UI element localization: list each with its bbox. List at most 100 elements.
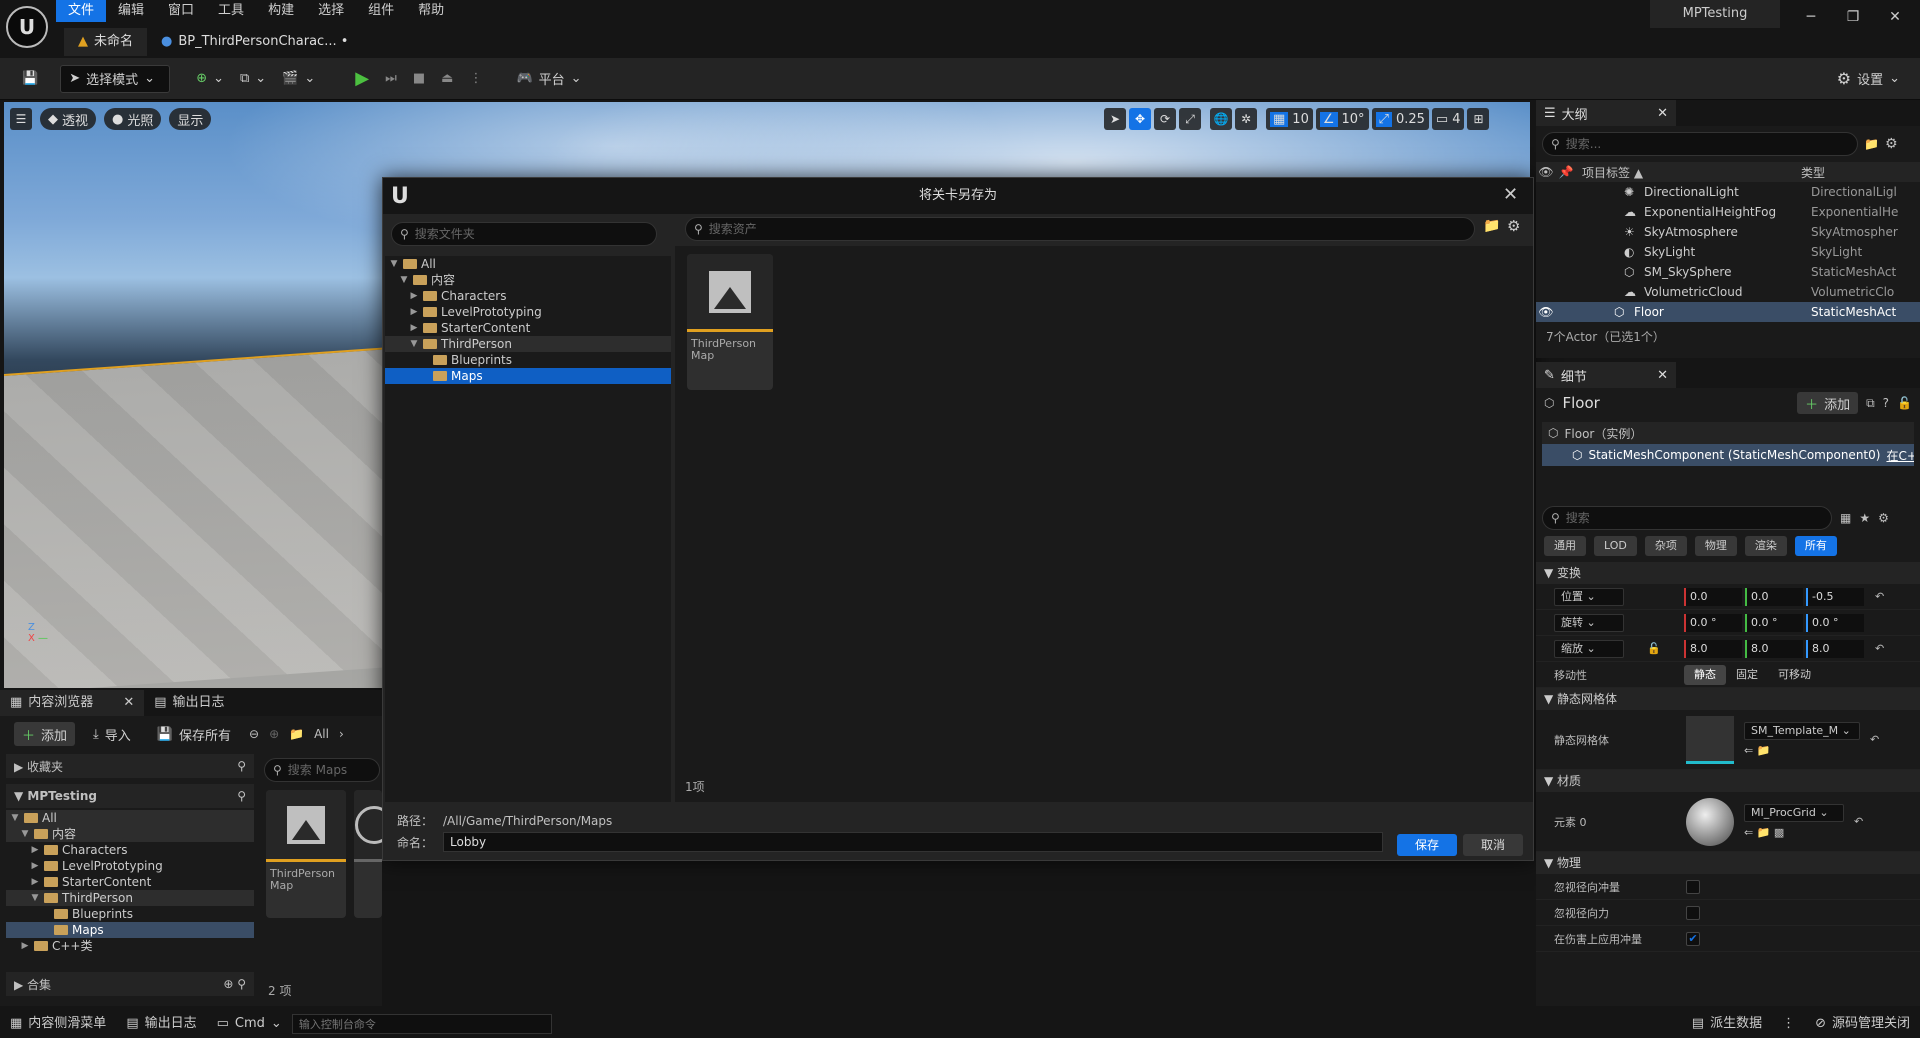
level-name-input[interactable]: [443, 832, 1383, 852]
translate-tool-icon[interactable]: ✥: [1129, 108, 1151, 130]
outliner-row[interactable]: ☁ ExponentialHeightFog ExponentialHe: [1536, 202, 1920, 222]
gear-icon[interactable]: ⚙: [1885, 136, 1898, 152]
reset-icon[interactable]: ↶: [1875, 590, 1884, 603]
location-dropdown[interactable]: 位置 ⌄: [1554, 587, 1624, 606]
texture-icon[interactable]: ▩: [1774, 826, 1784, 839]
folder-icon[interactable]: 📁: [1483, 218, 1500, 234]
location-y[interactable]: 0.0: [1745, 587, 1803, 606]
menu-select[interactable]: 选择: [306, 0, 356, 22]
forward-icon[interactable]: ⊕: [269, 727, 279, 741]
scale-tool-icon[interactable]: ⤢: [1179, 108, 1201, 130]
restore-button[interactable]: ❐: [1832, 0, 1874, 34]
cinematics-button[interactable]: 🎬 ⌄: [274, 65, 323, 93]
rotation-z[interactable]: 0.0 °: [1806, 613, 1864, 632]
gear-icon[interactable]: ⚙: [1507, 217, 1520, 235]
gear-icon[interactable]: ⚙: [1878, 511, 1889, 525]
cancel-button[interactable]: 取消: [1463, 834, 1524, 856]
filter-lod[interactable]: LOD: [1594, 536, 1637, 556]
menu-actor[interactable]: 组件: [356, 0, 406, 22]
tab-level[interactable]: ▲ 未命名: [64, 28, 148, 56]
outliner-search-input[interactable]: ⚲: [1542, 132, 1858, 156]
breadcrumb-all[interactable]: All: [314, 727, 329, 741]
search-icon[interactable]: ⚲: [237, 977, 246, 991]
settings-dropdown[interactable]: ⚙ 设置 ⌄: [1829, 65, 1908, 93]
browse-icon[interactable]: ⇐: [1744, 826, 1753, 839]
tree-item-blueprints[interactable]: Blueprints: [6, 906, 254, 922]
folder-icon[interactable]: 📁: [1757, 744, 1771, 757]
close-icon[interactable]: ✕: [1657, 368, 1668, 383]
tree-item-startercontent[interactable]: ▶ StarterContent: [385, 320, 671, 336]
step-icon[interactable]: ⏭: [377, 65, 405, 93]
scale-x[interactable]: 8.0: [1684, 639, 1742, 658]
menu-build[interactable]: 构建: [256, 0, 306, 22]
lock-icon[interactable]: 🔓: [1624, 642, 1684, 655]
folder-icon[interactable]: 📁: [1757, 826, 1771, 839]
filter-physics[interactable]: 物理: [1694, 536, 1737, 556]
hamburger-menu-icon[interactable]: ☰: [10, 108, 32, 130]
static-mesh-dropdown[interactable]: SM_Template_M ⌄: [1744, 722, 1860, 740]
blueprint-icon[interactable]: ⧉: [1866, 396, 1875, 411]
minimize-button[interactable]: ─: [1790, 0, 1832, 34]
folder-icon[interactable]: 📁: [289, 727, 304, 741]
back-icon[interactable]: ⊖: [249, 727, 259, 741]
table-view-icon[interactable]: ▦: [1840, 511, 1851, 525]
rotation-y[interactable]: 0.0 °: [1745, 613, 1803, 632]
tree-item-levelprototyping[interactable]: ▶ LevelPrototyping: [385, 304, 671, 320]
tree-item-cpp-classes[interactable]: ▶ C++类: [6, 938, 254, 954]
outliner-search-field[interactable]: [1565, 137, 1857, 151]
mobility-stationary[interactable]: 固定: [1726, 665, 1768, 685]
menu-window[interactable]: 窗口: [156, 0, 206, 22]
play-button[interactable]: ▶: [347, 65, 377, 93]
instance-row[interactable]: ⬡ Floor（实例）: [1542, 422, 1914, 444]
section-static-mesh[interactable]: ▼ 静态网格体: [1536, 688, 1920, 710]
project-header[interactable]: ▼ MPTesting ⚲: [6, 784, 254, 808]
section-materials[interactable]: ▼ 材质: [1536, 770, 1920, 792]
save-icon[interactable]: 💾: [14, 65, 46, 93]
menu-file[interactable]: 文件: [56, 0, 107, 22]
help-icon[interactable]: ?: [1883, 396, 1889, 410]
import-button[interactable]: ⤓ 导入: [85, 722, 139, 746]
tab-output-log[interactable]: ▤ 输出日志: [144, 690, 234, 716]
reset-icon[interactable]: ↶: [1870, 733, 1879, 746]
tree-item-maps[interactable]: Maps: [6, 922, 254, 938]
details-search-input[interactable]: ⚲: [1542, 506, 1832, 530]
lock-icon[interactable]: 🔓: [1897, 396, 1912, 410]
location-z[interactable]: -0.5: [1806, 587, 1864, 606]
tree-item-levelprototyping[interactable]: ▶ LevelPrototyping: [6, 858, 254, 874]
eject-icon[interactable]: ⏏: [433, 65, 461, 93]
save-all-button[interactable]: 💾 保存所有: [149, 722, 239, 746]
content-drawer-button[interactable]: ▦ 内容侧滑菜单: [0, 1010, 116, 1038]
browse-icon[interactable]: ⇐: [1744, 744, 1753, 757]
outliner-row-selected[interactable]: 👁 ⬡ Floor StaticMeshAct: [1536, 302, 1920, 322]
reset-icon[interactable]: ↶: [1875, 642, 1884, 655]
tree-item-thirdperson[interactable]: ▼ ThirdPerson: [385, 336, 671, 352]
filter-misc[interactable]: 杂项: [1644, 536, 1687, 556]
tree-item-characters[interactable]: ▶ Characters: [6, 842, 254, 858]
dialog-close-button[interactable]: ✕: [1503, 184, 1518, 205]
save-button[interactable]: 保存: [1397, 834, 1458, 856]
material-dropdown[interactable]: MI_ProcGrid ⌄: [1744, 804, 1844, 822]
physics-checkbox[interactable]: [1686, 879, 1700, 894]
console-input[interactable]: [291, 1014, 552, 1034]
menu-tools[interactable]: 工具: [206, 0, 256, 22]
details-search-field[interactable]: [1565, 511, 1831, 525]
folder-search-input[interactable]: ⚲: [391, 222, 657, 246]
component-row[interactable]: ⬡ StaticMeshComponent (StaticMeshComponen…: [1542, 444, 1914, 466]
asset-tile-thirdpersonmap[interactable]: ThirdPerson Map: [687, 254, 773, 390]
column-type[interactable]: 类型: [1801, 164, 1825, 181]
scale-dropdown[interactable]: 缩放 ⌄: [1554, 639, 1624, 658]
select-tool-icon[interactable]: ➤: [1104, 108, 1126, 130]
cmd-dropdown[interactable]: ▭ Cmd ⌄: [207, 1010, 292, 1038]
derived-data-button[interactable]: ▤ 派生数据: [1682, 1010, 1772, 1038]
platforms-dropdown[interactable]: 🎮 平台 ⌄: [508, 65, 589, 93]
column-item-label[interactable]: 项目标签 ▲: [1576, 164, 1801, 181]
location-x[interactable]: 0.0: [1684, 587, 1742, 606]
play-options-icon[interactable]: ⋮: [461, 65, 490, 93]
filter-rendering[interactable]: 渲染: [1744, 536, 1787, 556]
reset-icon[interactable]: ↶: [1854, 815, 1863, 828]
tree-item-all[interactable]: ▼ All: [385, 256, 671, 272]
physics-checkbox-checked[interactable]: ✔: [1686, 931, 1700, 946]
tree-item-all[interactable]: ▼ All: [6, 810, 254, 826]
outliner-row[interactable]: ☀ SkyAtmosphere SkyAtmospher: [1536, 222, 1920, 242]
rotate-snap-toggle[interactable]: ∠ 10°: [1315, 108, 1369, 130]
